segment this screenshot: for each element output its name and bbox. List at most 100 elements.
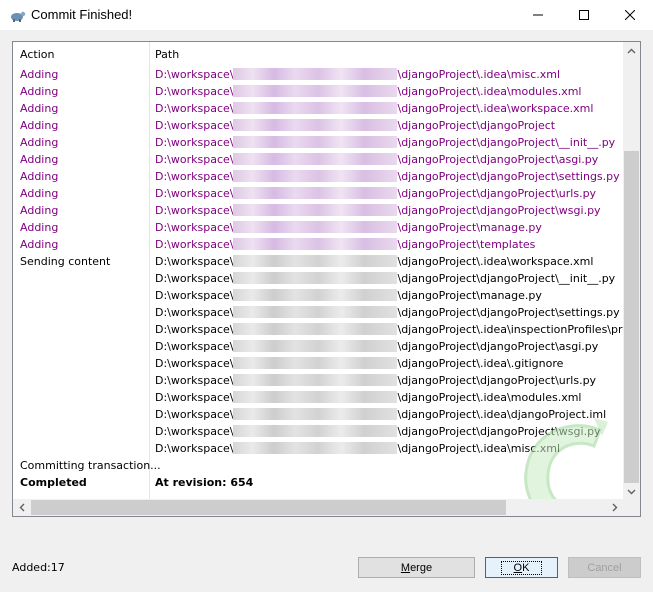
path-suffix: \djangoProject\.idea\workspace.xml: [397, 255, 594, 268]
table-row[interactable]: D:\workspace\ \djangoProject\djangoProjec…: [13, 338, 623, 355]
path-suffix: \djangoProject\.idea\.gitignore: [397, 357, 564, 370]
table-row[interactable]: Sending content D:\workspace\ \djangoProje…: [13, 253, 623, 270]
table-row[interactable]: D:\workspace\ \djangoProject\.idea\module…: [13, 389, 623, 406]
redacted-path-segment: [233, 187, 398, 199]
table-row[interactable]: D:\workspace\ \djangoProject\.idea\misc.x…: [13, 440, 623, 457]
row-path: D:\workspace\ \djangoProject\djangoProjec…: [155, 338, 598, 355]
path-prefix: D:\workspace\: [155, 391, 234, 404]
row-path: D:\workspace\ \djangoProject\.idea\inspec…: [155, 321, 623, 338]
row-action: Adding: [20, 170, 59, 183]
redacted-path-segment: [233, 102, 398, 114]
table-row[interactable]: Adding D:\workspace\ \djangoProject\django…: [13, 202, 623, 219]
row-path: D:\workspace\ \djangoProject\.idea\misc.x…: [155, 66, 560, 83]
redacted-path-segment: [233, 289, 398, 301]
row-path: D:\workspace\ \djangoProject\djangoProjec…: [155, 134, 615, 151]
minimize-button[interactable]: [515, 0, 561, 30]
redacted-path-segment: [233, 408, 398, 420]
path-prefix: D:\workspace\: [155, 221, 234, 234]
scroll-up-button[interactable]: [623, 42, 640, 59]
path-suffix: \djangoProject\djangoProject\wsgi.py: [397, 204, 601, 217]
redacted-path-segment: [233, 204, 398, 216]
table-row[interactable]: Adding D:\workspace\ \djangoProject\django…: [13, 168, 623, 185]
path-prefix: D:\workspace\: [155, 136, 234, 149]
path-suffix: \djangoProject\manage.py: [397, 289, 542, 302]
path-suffix: \djangoProject\djangoProject\urls.py: [397, 374, 597, 387]
row-path: D:\workspace\ \djangoProject\djangoProjec…: [155, 185, 596, 202]
redacted-path-segment: [233, 255, 398, 267]
table-row[interactable]: D:\workspace\ \djangoProject\djangoProjec…: [13, 372, 623, 389]
table-row[interactable]: Adding D:\workspace\ \djangoProject\.idea\…: [13, 83, 623, 100]
table-row[interactable]: Adding D:\workspace\ \djangoProject\django…: [13, 117, 623, 134]
path-suffix: \djangoProject\djangoProject\__init__.py: [397, 272, 616, 285]
path-prefix: D:\workspace\: [155, 187, 234, 200]
merge-button[interactable]: Merge: [358, 557, 475, 578]
table-row[interactable]: Adding D:\workspace\ \djangoProject\django…: [13, 151, 623, 168]
row-path: D:\workspace\ \djangoProject\.idea\module…: [155, 83, 581, 100]
table-row[interactable]: D:\workspace\ \djangoProject\.idea\django…: [13, 406, 623, 423]
minimize-icon: [533, 14, 543, 16]
cancel-button[interactable]: Cancel: [568, 557, 641, 578]
redacted-path-segment: [233, 170, 398, 182]
commit-results-list[interactable]: Action Path Adding D:\workspace\ \djangoPr…: [12, 41, 641, 517]
row-action: Adding: [20, 85, 59, 98]
vertical-scroll-thumb[interactable]: [624, 151, 639, 483]
row-action: Adding: [20, 221, 59, 234]
scroll-left-button[interactable]: [13, 499, 30, 516]
table-row[interactable]: Committing transaction...: [13, 457, 623, 474]
redacted-path-segment: [233, 425, 398, 437]
row-path: D:\workspace\ \djangoProject\djangoProjec…: [155, 168, 620, 185]
row-path: D:\workspace\ \djangoProject\.idea\django…: [155, 406, 606, 423]
row-path: D:\workspace\ \djangoProject\manage.py: [155, 287, 542, 304]
merge-label: Merge: [400, 561, 433, 574]
table-row[interactable]: D:\workspace\ \djangoProject\.idea\.gitig…: [13, 355, 623, 372]
redacted-path-segment: [233, 119, 398, 131]
table-row[interactable]: Adding D:\workspace\ \djangoProject\.idea\…: [13, 66, 623, 83]
path-suffix: \djangoProject\djangoProject\asgi.py: [397, 340, 599, 353]
row-path: D:\workspace\ \djangoProject\.idea\worksp…: [155, 253, 593, 270]
table-row[interactable]: Completed At revision: 654: [13, 474, 623, 491]
path-prefix: D:\workspace\: [155, 340, 234, 353]
path-prefix: D:\workspace\: [155, 374, 234, 387]
row-path: D:\workspace\ \djangoProject\djangoProjec…: [155, 423, 601, 440]
path-suffix: \djangoProject\.idea\misc.xml: [397, 442, 561, 455]
path-prefix: D:\workspace\: [155, 408, 234, 421]
redacted-path-segment: [233, 357, 398, 369]
row-path: D:\workspace\ \djangoProject\manage.py: [155, 219, 542, 236]
ok-button[interactable]: OK: [485, 557, 558, 578]
row-path: D:\workspace\ \djangoProject\templates: [155, 236, 535, 253]
row-action: Adding: [20, 187, 59, 200]
scroll-down-button[interactable]: [623, 483, 640, 500]
table-row[interactable]: Adding D:\workspace\ \djangoProject\.idea\…: [13, 100, 623, 117]
path-suffix: \djangoProject\.idea\misc.xml: [397, 68, 561, 81]
column-header-path[interactable]: Path: [155, 48, 179, 61]
table-row[interactable]: Adding D:\workspace\ \djangoProject\templa…: [13, 236, 623, 253]
redacted-path-segment: [233, 374, 398, 386]
horizontal-scroll-thumb[interactable]: [31, 500, 506, 515]
path-suffix: \djangoProject\djangoProject: [397, 119, 556, 132]
table-row[interactable]: D:\workspace\ \djangoProject\djangoProjec…: [13, 304, 623, 321]
maximize-button[interactable]: [561, 0, 607, 30]
path-prefix: D:\workspace\: [155, 323, 234, 336]
redacted-path-segment: [233, 238, 398, 250]
column-header: Action Path: [13, 42, 623, 66]
horizontal-scrollbar[interactable]: [13, 499, 623, 516]
row-path: D:\workspace\ \djangoProject\.idea\module…: [155, 389, 581, 406]
row-path: D:\workspace\ \djangoProject\.idea\misc.x…: [155, 440, 560, 457]
table-row[interactable]: D:\workspace\ \djangoProject\manage.py: [13, 287, 623, 304]
chevron-down-icon: [627, 489, 636, 494]
path-suffix: \djangoProject\.idea\workspace.xml: [397, 102, 594, 115]
redacted-path-segment: [233, 272, 398, 284]
path-suffix: \djangoProject\djangoProject\settings.py: [397, 170, 620, 183]
table-row[interactable]: Adding D:\workspace\ \djangoProject\manage…: [13, 219, 623, 236]
vertical-scrollbar[interactable]: [623, 42, 640, 500]
table-row[interactable]: D:\workspace\ \djangoProject\.idea\inspec…: [13, 321, 623, 338]
scroll-right-button[interactable]: [606, 499, 623, 516]
table-row[interactable]: Adding D:\workspace\ \djangoProject\django…: [13, 185, 623, 202]
close-button[interactable]: [607, 0, 653, 30]
result-rows: Adding D:\workspace\ \djangoProject\.idea\…: [13, 66, 623, 491]
table-row[interactable]: D:\workspace\ \djangoProject\djangoProjec…: [13, 423, 623, 440]
column-header-action[interactable]: Action: [20, 48, 54, 61]
row-path: D:\workspace\ \djangoProject\djangoProjec…: [155, 202, 601, 219]
table-row[interactable]: Adding D:\workspace\ \djangoProject\django…: [13, 134, 623, 151]
table-row[interactable]: D:\workspace\ \djangoProject\djangoProjec…: [13, 270, 623, 287]
